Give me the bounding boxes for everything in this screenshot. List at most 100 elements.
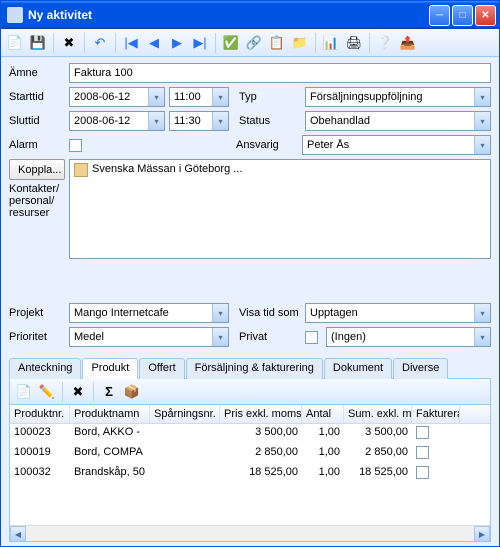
col-fakturerat[interactable]: Fakturerat xyxy=(412,405,460,423)
contact-icon xyxy=(74,163,88,177)
table-row[interactable]: 100019Bord, COMPA2 850,001,002 850,00 xyxy=(10,444,490,464)
chevron-down-icon[interactable]: ▾ xyxy=(474,112,490,130)
chevron-down-icon[interactable]: ▾ xyxy=(212,328,228,346)
starttime-label: Starttid xyxy=(9,91,65,103)
end-time-input[interactable]: 11:30▾ xyxy=(169,111,229,131)
type-select[interactable]: Försäljningsuppföljning▾ xyxy=(305,87,491,107)
app-icon xyxy=(7,7,23,23)
showtimeas-label: Visa tid som xyxy=(233,307,301,319)
link-button[interactable]: Koppla... xyxy=(9,159,65,180)
col-produktnr[interactable]: Produktnr. xyxy=(10,405,70,423)
col-sparning[interactable]: Spårningsnr. xyxy=(150,405,220,423)
tabstrip: Anteckning Produkt Offert Försäljning & … xyxy=(9,357,491,379)
help-icon[interactable]: ❔ xyxy=(375,33,395,53)
status-label: Status xyxy=(233,115,301,127)
private-checkbox[interactable] xyxy=(305,331,318,344)
products-grid: Produktnr. Produktnamn Spårningsnr. Pris… xyxy=(9,405,491,542)
cell-produktnr: 100023 xyxy=(10,425,70,443)
tab-anteckning[interactable]: Anteckning xyxy=(9,358,81,379)
subject-label: Ämne xyxy=(9,67,65,79)
new-icon[interactable]: 📄 xyxy=(5,33,25,53)
chevron-down-icon[interactable]: ▾ xyxy=(474,88,490,106)
maximize-button[interactable]: □ xyxy=(452,5,473,26)
col-antal[interactable]: Antal xyxy=(302,405,344,423)
col-sum[interactable]: Sum. exkl. moms xyxy=(344,405,412,423)
priority-select[interactable]: Medel▾ xyxy=(69,327,229,347)
undo-icon[interactable]: ↶ xyxy=(90,33,110,53)
next-icon[interactable]: ▶ xyxy=(167,33,187,53)
report-icon[interactable]: 📊 xyxy=(321,33,341,53)
scroll-right-icon[interactable]: ▶ xyxy=(474,526,490,542)
check-icon[interactable]: ✅ xyxy=(221,33,241,53)
chevron-down-icon[interactable]: ▾ xyxy=(212,88,228,106)
status-select[interactable]: Obehandlad▾ xyxy=(305,111,491,131)
priority-label: Prioritet xyxy=(9,331,65,343)
misc-icon[interactable]: 📦 xyxy=(122,382,142,402)
showtimeas-select[interactable]: Upptagen▾ xyxy=(305,303,491,323)
alarm-checkbox[interactable] xyxy=(69,139,82,152)
delete-icon[interactable]: ✖ xyxy=(59,33,79,53)
cell-sum: 18 525,00 xyxy=(344,465,412,483)
linked-resource-text: Svenska Mässan i Göteborg ... xyxy=(92,163,242,175)
cell-sparning xyxy=(150,445,220,463)
link-icon[interactable]: 🔗 xyxy=(244,33,264,53)
save-icon[interactable]: 💾 xyxy=(28,33,48,53)
cell-fakturerat[interactable] xyxy=(412,425,460,443)
chevron-down-icon[interactable]: ▾ xyxy=(148,88,164,106)
end-date-input[interactable]: 2008-06-12▾ xyxy=(69,111,165,131)
chevron-down-icon[interactable]: ▾ xyxy=(474,136,490,154)
cell-produktnamn: Brandskåp, 50 xyxy=(70,465,150,483)
responsible-select[interactable]: Peter Ås▾ xyxy=(302,135,491,155)
edit-row-icon[interactable]: ✏️ xyxy=(37,382,57,402)
main-toolbar: 📄 💾 ✖ ↶ |◀ ◀ ▶ ▶| ✅ 🔗 📋 📁 📊 🖨 ❔ 📤 xyxy=(1,29,499,57)
copy-icon[interactable]: 📋 xyxy=(267,33,287,53)
project-select[interactable]: Mango Internetcafe▾ xyxy=(69,303,229,323)
titlebar[interactable]: Ny aktivitet ─ □ ✕ xyxy=(1,1,499,29)
close-button[interactable]: ✕ xyxy=(475,5,496,26)
start-date-input[interactable]: 2008-06-12▾ xyxy=(69,87,165,107)
private-label: Privat xyxy=(233,331,301,343)
table-row[interactable]: 100032Brandskåp, 5018 525,001,0018 525,0… xyxy=(10,464,490,484)
cell-fakturerat[interactable] xyxy=(412,445,460,463)
tab-offert[interactable]: Offert xyxy=(139,358,184,379)
tab-diverse[interactable]: Diverse xyxy=(393,358,448,379)
endtime-label: Sluttid xyxy=(9,115,65,127)
contacts-label: Kontakter/ personal/ resurser xyxy=(9,183,65,219)
new-row-icon[interactable]: 📄 xyxy=(14,382,34,402)
tab-dokument[interactable]: Dokument xyxy=(324,358,392,379)
subject-input[interactable] xyxy=(69,63,491,83)
last-icon[interactable]: ▶| xyxy=(190,33,210,53)
col-pris[interactable]: Pris exkl. moms xyxy=(220,405,302,423)
exit-icon[interactable]: 📤 xyxy=(398,33,418,53)
sum-icon[interactable]: Σ xyxy=(99,382,119,402)
horizontal-scrollbar[interactable]: ◀ ▶ xyxy=(10,525,490,541)
prev-icon[interactable]: ◀ xyxy=(144,33,164,53)
cell-antal: 1,00 xyxy=(302,425,344,443)
alarm-label: Alarm xyxy=(9,139,65,151)
cell-fakturerat[interactable] xyxy=(412,465,460,483)
folder-icon[interactable]: 📁 xyxy=(290,33,310,53)
cell-pris: 3 500,00 xyxy=(220,425,302,443)
scroll-left-icon[interactable]: ◀ xyxy=(10,526,26,542)
delete-row-icon[interactable]: ✖ xyxy=(68,382,88,402)
private-group-select[interactable]: (Ingen)▾ xyxy=(326,327,491,347)
start-time-input[interactable]: 11:00▾ xyxy=(169,87,229,107)
first-icon[interactable]: |◀ xyxy=(121,33,141,53)
cell-antal: 1,00 xyxy=(302,445,344,463)
chevron-down-icon[interactable]: ▾ xyxy=(212,112,228,130)
col-produktnamn[interactable]: Produktnamn xyxy=(70,405,150,423)
chevron-down-icon[interactable]: ▾ xyxy=(212,304,228,322)
responsible-label: Ansvarig xyxy=(230,139,298,151)
tab-forsaljning[interactable]: Försäljning & fakturering xyxy=(186,358,323,379)
cell-antal: 1,00 xyxy=(302,465,344,483)
chevron-down-icon[interactable]: ▾ xyxy=(474,328,490,346)
chevron-down-icon[interactable]: ▾ xyxy=(474,304,490,322)
print-icon[interactable]: 🖨 xyxy=(344,33,364,53)
cell-sparning xyxy=(150,465,220,483)
tab-produkt[interactable]: Produkt xyxy=(82,358,138,379)
chevron-down-icon[interactable]: ▾ xyxy=(148,112,164,130)
table-row[interactable]: 100023Bord, AKKO -3 500,001,003 500,00 xyxy=(10,424,490,444)
minimize-button[interactable]: ─ xyxy=(429,5,450,26)
linked-resources-box[interactable]: Svenska Mässan i Göteborg ... xyxy=(69,159,491,259)
project-label: Projekt xyxy=(9,307,65,319)
